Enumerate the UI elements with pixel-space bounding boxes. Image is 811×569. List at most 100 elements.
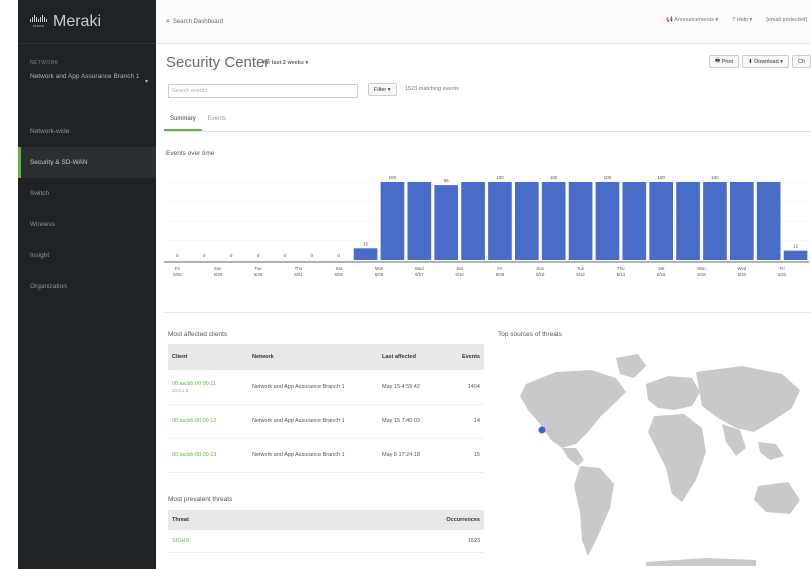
x-tick-label: 5/10: [536, 272, 545, 277]
logo-text: Meraki: [53, 12, 102, 30]
sidebar-item-wireless[interactable]: Wireless: [18, 209, 156, 240]
timeframe-dropdown[interactable]: for last 2 weeks ▾: [263, 60, 308, 66]
sidebar-item-security-sdwan[interactable]: Security & SD-WAN: [18, 147, 156, 178]
x-tick-label: Thu: [617, 266, 625, 271]
x-tick-label: Fri: [175, 266, 180, 271]
sidebar-item-network-wide[interactable]: Network-wide: [18, 116, 156, 147]
chart-bar[interactable]: [622, 182, 647, 260]
client-cell[interactable]: 00:aa:bb:00:00:11 10.0.1.5: [168, 370, 248, 405]
events-chart-svg: 0 0 0 0 0 0 01510096100 100 100 100 10012Fri5/26Su…: [164, 175, 809, 277]
tab-summary[interactable]: Summary: [164, 112, 202, 131]
column-header[interactable]: Last affected: [378, 344, 434, 370]
chart-bar[interactable]: [568, 182, 593, 260]
x-tick-label: Sat: [456, 266, 463, 271]
table-row[interactable]: 00:aa:bb:00:00:12 Network and App Assura…: [168, 404, 484, 439]
download-label: Download: [754, 58, 779, 65]
x-tick-label: 5/20: [738, 272, 747, 277]
table-header-row: Client Network Last affected Events: [168, 344, 484, 370]
chart-bar[interactable]: [353, 248, 378, 260]
bar-value-label: 100: [711, 175, 719, 180]
search-dashboard-link[interactable]: Search Dashboard: [173, 19, 223, 25]
chart-bar[interactable]: [407, 182, 432, 260]
x-tick-label: Thu: [295, 266, 303, 271]
timeframe-label: for last 2 weeks: [263, 60, 304, 66]
x-tick-label: Fri: [497, 266, 502, 271]
chart-bar[interactable]: [729, 182, 754, 260]
sidebar-item-label: Switch: [30, 190, 50, 197]
search-events-input[interactable]: Search events: [168, 84, 358, 98]
sidebar-item-switch[interactable]: Switch: [18, 178, 156, 209]
topbar-menu: 📢 Announcements ▾ ? Help ▾ [email protec…: [666, 17, 807, 23]
network-selector[interactable]: Network and App Assurance Branch 1 ▾: [18, 70, 156, 104]
chart-bar[interactable]: [703, 182, 727, 260]
x-tick-label: 6/01: [294, 272, 303, 277]
user-email[interactable]: [email protected]: [766, 17, 807, 23]
bar-value-label: 0: [337, 253, 340, 258]
column-header[interactable]: Occurrences: [286, 510, 484, 530]
x-tick-label: 6/03: [335, 272, 344, 277]
sidebar-item-organization[interactable]: Organization: [18, 271, 156, 302]
table-header-row: Threat Occurrences: [168, 510, 484, 530]
sidebar-item-label: Organization: [30, 283, 67, 290]
chart-bar[interactable]: [756, 182, 781, 260]
chart-bar[interactable]: [514, 182, 539, 260]
bar-value-label: 12: [793, 244, 799, 249]
chart-bar[interactable]: [434, 185, 459, 260]
logo-wordmark: cisco: [32, 23, 45, 28]
help-menu[interactable]: ? Help ▾: [732, 17, 752, 23]
column-header[interactable]: Events: [434, 344, 484, 370]
x-tick-label: Wed: [737, 266, 746, 271]
client-cell[interactable]: 00:aa:bb:00:00:12: [168, 404, 248, 439]
bar-value-label: 100: [389, 175, 397, 180]
client-name: 00:aa:bb:00:00:12: [172, 418, 217, 424]
x-tick-label: 5/08: [496, 272, 505, 277]
download-button[interactable]: ⬇ Download ▾: [742, 55, 789, 68]
sidebar-item-insight[interactable]: Insight: [18, 240, 156, 271]
chart-bar[interactable]: [541, 182, 566, 260]
x-tick-label: 5/26: [173, 272, 182, 277]
tab-bar: Summary Events: [164, 112, 811, 132]
column-header[interactable]: Client: [168, 344, 248, 370]
matching-count: 1523 matching events: [405, 86, 459, 92]
last-affected-cell: May 15 7:40:03: [378, 404, 434, 439]
table-row[interactable]: SIGHS 1523: [168, 530, 484, 553]
client-ip: 10.0.1.5: [172, 387, 189, 393]
logo[interactable]: cisco Meraki: [18, 0, 156, 44]
header-actions: 🖶 Print ⬇ Download ▾ Ch: [709, 55, 811, 68]
table-row[interactable]: 00:aa:bb:00:00:11 10.0.1.5 Network and Ap…: [168, 370, 484, 405]
x-tick-label: Tue: [254, 266, 262, 271]
x-tick-label: Tue: [577, 266, 585, 271]
chart-bar[interactable]: [649, 182, 674, 260]
column-header[interactable]: Threat: [168, 510, 287, 530]
bar-value-label: 15: [363, 241, 369, 246]
events-chart: 0 0 0 0 0 0 0 15 100 96 100 100 100 100 100 12 Fri 5/26 Su…: [164, 170, 809, 302]
main-content: Security Center for last 2 weeks ▾ 🖶 Pri…: [156, 44, 811, 569]
chart-bar[interactable]: [461, 182, 485, 260]
last-affected-cell: May 15 4:55:42: [378, 370, 434, 405]
chart-bar[interactable]: [595, 182, 620, 260]
extra-label: Ch: [797, 58, 805, 65]
chart-bar[interactable]: [783, 250, 808, 260]
events-cell: 1404: [434, 370, 484, 405]
table-row[interactable]: 00:aa:bb:00:00:13 Network and App Assura…: [168, 438, 484, 473]
tab-events[interactable]: Events: [202, 112, 232, 131]
network-cell: Network and App Assurance Branch 1: [248, 370, 378, 405]
extra-button[interactable]: Ch: [791, 55, 811, 68]
help-label: Help: [736, 17, 749, 23]
print-button[interactable]: 🖶 Print: [709, 55, 740, 68]
search-icon[interactable]: ⌕: [166, 18, 170, 26]
client-name: 00:aa:bb:00:00:13: [172, 452, 217, 458]
client-cell[interactable]: 00:aa:bb:00:00:13: [168, 438, 248, 473]
filter-button[interactable]: Filter ▾: [368, 83, 397, 96]
threat-cell[interactable]: SIGHS: [168, 530, 287, 553]
filter-label: Filter: [374, 86, 387, 93]
announcements-menu[interactable]: 📢 Announcements ▾: [666, 17, 718, 23]
chart-bar[interactable]: [676, 182, 700, 260]
section-divider: [164, 312, 811, 313]
column-header[interactable]: Network: [248, 344, 378, 370]
threat-source-marker[interactable]: [538, 426, 546, 434]
world-map[interactable]: [496, 344, 806, 569]
chart-bar[interactable]: [488, 182, 512, 260]
chart-bar[interactable]: [380, 182, 405, 260]
x-tick-label: 6/05: [375, 272, 384, 277]
